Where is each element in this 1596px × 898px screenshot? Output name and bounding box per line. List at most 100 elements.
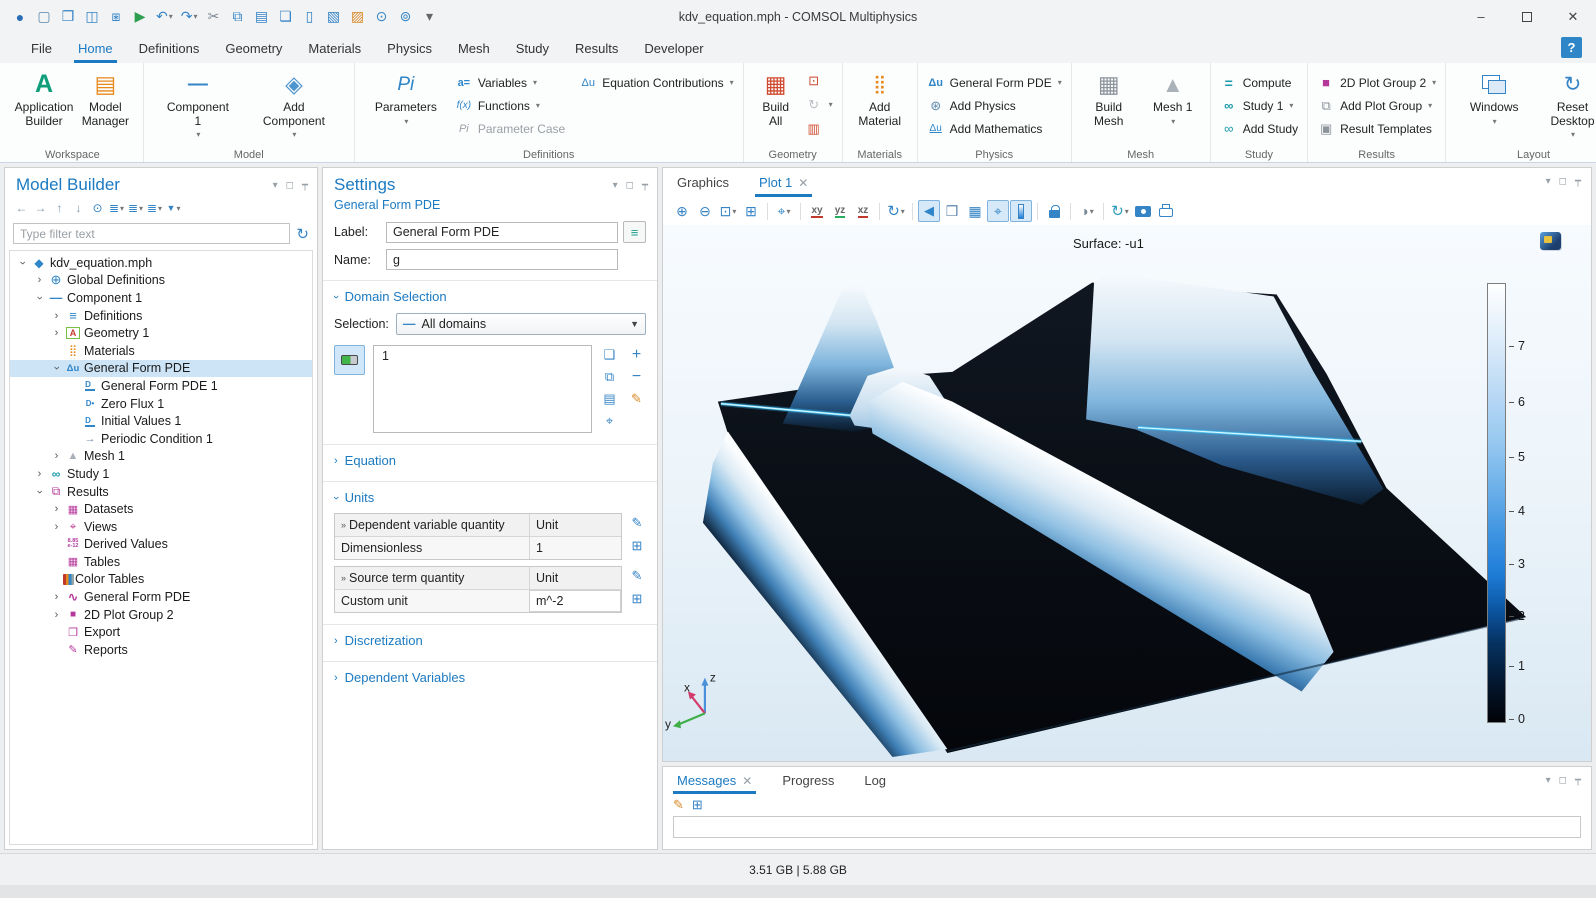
panel-pin-icon[interactable]: ┯ bbox=[1575, 775, 1581, 786]
save-button[interactable]: ◫ bbox=[82, 5, 102, 29]
update-button[interactable]: ▾ bbox=[1109, 200, 1131, 222]
tree-caret[interactable]: › bbox=[50, 591, 63, 603]
add-plot-group-button[interactable]: Add Plot Group▾ bbox=[1317, 96, 1436, 115]
menu-study[interactable]: Study bbox=[503, 33, 562, 63]
tree-item-component-1[interactable]: ›Component 1 bbox=[10, 289, 312, 307]
tree-caret[interactable]: › bbox=[17, 256, 29, 269]
quantity-cell[interactable]: Dimensionless bbox=[335, 537, 529, 559]
clear-messages-icon[interactable] bbox=[673, 797, 684, 813]
refresh-icon[interactable]: ↻ bbox=[296, 225, 309, 243]
comsol-logo-button[interactable]: ● bbox=[10, 5, 30, 29]
tree-caret[interactable]: › bbox=[50, 327, 63, 339]
rename-button[interactable] bbox=[623, 221, 646, 243]
result-templates-button[interactable]: Result Templates bbox=[1317, 119, 1436, 138]
quantity-cell[interactable]: Custom unit bbox=[335, 590, 529, 612]
zoom-out-button[interactable] bbox=[694, 200, 716, 222]
color-legend-button[interactable] bbox=[1010, 200, 1032, 222]
panel-float-icon[interactable]: ◻ bbox=[626, 180, 634, 191]
name-input[interactable] bbox=[386, 249, 618, 270]
tree-item-reports[interactable]: Reports bbox=[10, 641, 312, 659]
tree-item-results[interactable]: ›Results bbox=[10, 483, 312, 501]
tree-caret[interactable]: › bbox=[50, 521, 63, 533]
add-component-button[interactable]: Add Component▾ bbox=[256, 68, 332, 143]
undo-button[interactable]: ↶▾ bbox=[154, 5, 175, 29]
tree-item-color-tables[interactable]: Color Tables bbox=[10, 571, 312, 589]
variables-button[interactable]: Variables▾ bbox=[455, 73, 565, 92]
equation-contributions-button[interactable]: Equation Contributions▾ bbox=[579, 73, 733, 92]
tab-log[interactable]: Log bbox=[864, 767, 886, 794]
tab-messages[interactable]: Messages ✕ bbox=[677, 767, 752, 794]
tree-caret[interactable]: › bbox=[50, 609, 63, 621]
label-input[interactable] bbox=[386, 222, 618, 243]
panel-pin-icon[interactable]: ┯ bbox=[642, 180, 648, 191]
clear-selection-button[interactable] bbox=[627, 391, 646, 407]
zoom-extents-button[interactable] bbox=[740, 200, 762, 222]
section-discretization[interactable]: › Discretization bbox=[323, 624, 657, 654]
application-builder-button[interactable]: Application Builder bbox=[11, 68, 77, 129]
menu-geometry[interactable]: Geometry bbox=[212, 33, 295, 63]
add-physics-button[interactable]: Add Physics bbox=[927, 96, 1062, 115]
tree-item-general-form-pde[interactable]: ›General Form PDE bbox=[10, 588, 312, 606]
rotate-button[interactable]: ▾ bbox=[885, 200, 907, 222]
tree-caret[interactable]: › bbox=[33, 274, 46, 286]
default-view-button[interactable]: ▾ bbox=[773, 200, 795, 222]
model-manager-button[interactable]: Model Manager bbox=[77, 68, 134, 129]
redo-button[interactable]: ↷▾ bbox=[179, 5, 200, 29]
menu-mesh[interactable]: Mesh bbox=[445, 33, 503, 63]
view-xz-button[interactable] bbox=[852, 200, 874, 222]
axis-orientation-button[interactable] bbox=[987, 200, 1009, 222]
deselect-box-button[interactable]: ▨ bbox=[348, 5, 368, 29]
active-toggle-button[interactable] bbox=[334, 345, 365, 375]
tree-item-tables[interactable]: Tables bbox=[10, 553, 312, 571]
plot-thumbnail-icon[interactable] bbox=[1540, 232, 1561, 250]
geometry-delete-button[interactable] bbox=[805, 119, 833, 138]
section-units[interactable]: › Units bbox=[323, 481, 657, 511]
transparency-button[interactable] bbox=[941, 200, 963, 222]
close-button[interactable]: ✕ bbox=[1550, 0, 1596, 33]
copy-button[interactable]: ⧉ bbox=[228, 5, 248, 29]
delete-button[interactable]: ▯ bbox=[300, 5, 320, 29]
duplicate-button[interactable]: ❏ bbox=[276, 5, 296, 29]
copy-button[interactable] bbox=[600, 369, 619, 385]
reset-desktop-button[interactable]: Reset Desktop▾ bbox=[1544, 68, 1596, 143]
toolbar-menu-button[interactable]: ▾ bbox=[420, 5, 440, 29]
minimize-button[interactable]: – bbox=[1458, 0, 1504, 33]
panel-float-icon[interactable]: ◻ bbox=[286, 180, 294, 191]
forward-button[interactable]: → bbox=[32, 199, 49, 217]
create-selection-button[interactable] bbox=[600, 347, 619, 363]
run-button[interactable]: ▶ bbox=[130, 5, 150, 29]
model-tree-nodes-button[interactable]: ≣▾ bbox=[146, 199, 163, 217]
tree-caret[interactable]: › bbox=[51, 362, 63, 375]
edit-icon[interactable]: ✎ bbox=[628, 568, 646, 584]
move-up-button[interactable]: ↑ bbox=[51, 199, 68, 217]
close-tab-icon[interactable]: ✕ bbox=[798, 176, 808, 190]
tree-item-2d-plot-group-2[interactable]: ›2D Plot Group 2 bbox=[10, 606, 312, 624]
panel-float-icon[interactable]: ◻ bbox=[1559, 176, 1567, 187]
tree-item-zero-flux-1[interactable]: Zero Flux 1 bbox=[10, 395, 312, 413]
find-button[interactable]: ⊚ bbox=[396, 5, 416, 29]
table-edit-icon[interactable]: ⊞ bbox=[628, 591, 646, 607]
tree-item-general-form-pde-1[interactable]: General Form PDE 1 bbox=[10, 377, 312, 395]
tree-item-kdv-equation-mph[interactable]: ›kdv_equation.mph bbox=[10, 254, 312, 272]
tab-plot-1[interactable]: Plot 1 ✕ bbox=[759, 168, 808, 197]
help-button[interactable]: ? bbox=[1561, 37, 1582, 58]
build-all-button[interactable]: Build All bbox=[753, 68, 799, 129]
menu-definitions[interactable]: Definitions bbox=[126, 33, 213, 63]
geometry-import-button[interactable] bbox=[805, 71, 833, 90]
panel-menu-icon[interactable]: ▾ bbox=[273, 180, 278, 191]
back-button[interactable]: ← bbox=[13, 199, 30, 217]
add-material-button[interactable]: Add Material bbox=[852, 68, 908, 129]
save-as-button[interactable]: ⧆ bbox=[106, 5, 126, 29]
search-document-button[interactable]: ⊙ bbox=[372, 5, 392, 29]
zoom-in-button[interactable] bbox=[671, 200, 693, 222]
tree-caret[interactable]: › bbox=[50, 450, 63, 462]
zoom-selection-button[interactable] bbox=[600, 413, 619, 429]
tree-caret[interactable]: › bbox=[50, 310, 63, 322]
panel-menu-icon[interactable]: ▾ bbox=[1546, 176, 1551, 187]
mesh-1-button[interactable]: Mesh 1▾ bbox=[1145, 68, 1201, 129]
windows-button[interactable]: Windows▾ bbox=[1466, 68, 1522, 129]
menu-home[interactable]: Home bbox=[65, 33, 126, 63]
show-button[interactable]: ⊙ bbox=[89, 199, 106, 217]
tree-caret[interactable]: › bbox=[34, 291, 46, 304]
domain-list-item[interactable]: 1 bbox=[382, 349, 389, 363]
